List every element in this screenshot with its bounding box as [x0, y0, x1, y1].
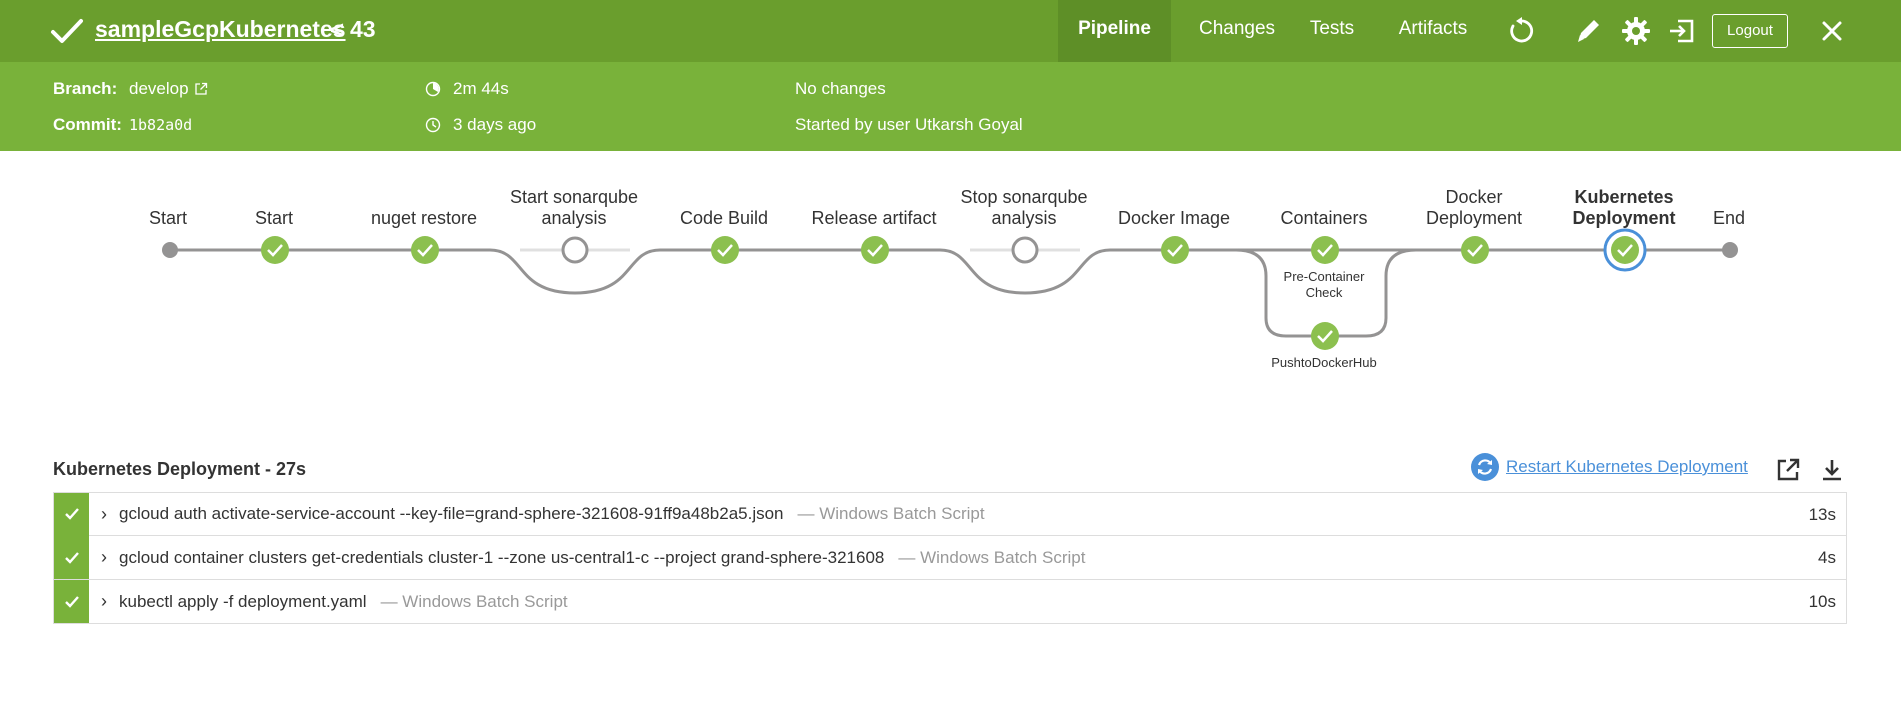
- chevron-right-icon[interactable]: ›: [89, 547, 119, 568]
- branch-label: Branch:: [53, 79, 118, 98]
- logout-button[interactable]: Logout: [1712, 14, 1788, 48]
- top-bar: sampleGcpKubernetes < 43 Pipeline Change…: [0, 0, 1901, 62]
- step-row[interactable]: › gcloud auth activate-service-account -…: [53, 492, 1847, 536]
- branch-label-pushtodockerhub: PushtoDockerHub: [1271, 355, 1377, 370]
- chevron-right-icon[interactable]: ›: [89, 504, 119, 525]
- stage-node-start-sonarqube[interactable]: [561, 236, 589, 264]
- run-meta-bar: Branch: develop Commit: 1b82a0d 2m 44s 3…: [0, 62, 1901, 151]
- stage-label-docker-image: Docker Image: [1117, 208, 1231, 228]
- step-command: gcloud container clusters get-credential…: [119, 547, 885, 567]
- external-link-icon[interactable]: [194, 82, 208, 96]
- step-type: — Windows Batch Script: [797, 504, 985, 523]
- step-command: gcloud auth activate-service-account --k…: [119, 504, 784, 523]
- pipeline-graph: Start Start nuget restore Start sonarqub…: [0, 151, 1901, 431]
- stage-label-stop-sonarqube: Stop sonarqube analysis: [960, 187, 1088, 228]
- step-duration: 13s: [1808, 505, 1836, 524]
- stage-node-start[interactable]: [261, 236, 289, 264]
- replay-icon[interactable]: [1506, 15, 1538, 47]
- step-type: — Windows Batch Script: [380, 591, 568, 611]
- stage-label-release-artifact: Release artifact: [811, 208, 937, 228]
- stage-label-start-node: Start: [148, 208, 188, 228]
- commit-label: Commit:: [53, 115, 122, 134]
- restart-stage-link[interactable]: Restart Kubernetes Deployment: [1470, 452, 1748, 482]
- open-log-icon[interactable]: [1774, 456, 1802, 484]
- restart-stage-label[interactable]: Restart Kubernetes Deployment: [1506, 457, 1748, 477]
- tab-pipeline[interactable]: Pipeline: [1058, 0, 1171, 62]
- gear-icon[interactable]: [1620, 15, 1652, 47]
- time-ago-value: 3 days ago: [453, 115, 537, 134]
- tab-changes[interactable]: Changes: [1181, 0, 1293, 62]
- stage-label-docker-deployment: Docker Deployment: [1425, 187, 1523, 228]
- selected-stage-title: Kubernetes Deployment - 27s: [53, 459, 307, 479]
- branch-label-pre-container-check: Pre-Container Check: [1283, 269, 1365, 300]
- edit-icon[interactable]: [1572, 15, 1604, 47]
- stage-label-end: End: [1712, 208, 1746, 228]
- step-row[interactable]: › kubectl apply -f deployment.yaml — Win…: [53, 580, 1847, 624]
- stage-node-pre-container-check[interactable]: [1311, 236, 1339, 264]
- run-number: 43: [350, 16, 376, 42]
- tab-tests[interactable]: Tests: [1293, 0, 1371, 62]
- stage-node-code-build[interactable]: [711, 236, 739, 264]
- stage-node-docker-deployment[interactable]: [1461, 236, 1489, 264]
- stage-label-start-sonarqube: Start sonarqube analysis: [509, 187, 639, 228]
- close-icon[interactable]: [1816, 15, 1848, 47]
- step-row[interactable]: › gcloud container clusters get-credenti…: [53, 536, 1847, 580]
- stage-label-containers: Containers: [1280, 208, 1368, 228]
- step-success-icon: [54, 536, 89, 579]
- exit-icon[interactable]: [1666, 15, 1698, 47]
- branch-value[interactable]: develop: [129, 79, 189, 99]
- step-success-icon: [54, 492, 89, 536]
- stage-node-docker-image[interactable]: [1161, 236, 1189, 264]
- check-icon: [51, 19, 83, 43]
- step-type: — Windows Batch Script: [898, 547, 1086, 567]
- started-by-value: Started by user Utkarsh Goyal: [795, 115, 1023, 134]
- stage-label-kubernetes-deployment: Kubernetes Deployment: [1572, 187, 1676, 228]
- stage-node-release-artifact[interactable]: [861, 236, 889, 264]
- clock-icon: [425, 117, 441, 133]
- stage-node-pushtodockerhub[interactable]: [1311, 322, 1339, 350]
- step-success-icon: [54, 580, 89, 623]
- step-duration: 10s: [1808, 592, 1836, 611]
- changes-value: No changes: [795, 79, 886, 98]
- step-command: kubectl apply -f deployment.yaml: [119, 591, 367, 611]
- step-duration: 4s: [1818, 548, 1836, 567]
- stage-label-start: Start: [254, 208, 294, 228]
- steps-list: › gcloud auth activate-service-account -…: [53, 492, 1847, 624]
- duration-value: 2m 44s: [453, 79, 509, 98]
- restart-icon: [1471, 453, 1499, 481]
- commit-value: 1b82a0d: [129, 116, 193, 134]
- stage-node-nuget-restore[interactable]: [411, 236, 439, 264]
- run-separator: <: [330, 17, 345, 44]
- job-name-link[interactable]: sampleGcpKubernetes: [95, 16, 346, 43]
- stage-node-kubernetes-deployment[interactable]: [1603, 228, 1647, 272]
- tab-artifacts[interactable]: Artifacts: [1388, 0, 1478, 62]
- stage-label-nuget-restore: nuget restore: [370, 208, 478, 228]
- download-icon[interactable]: [1818, 456, 1846, 484]
- chevron-right-icon[interactable]: ›: [89, 591, 119, 612]
- end-node: [1722, 242, 1738, 258]
- stage-label-code-build: Code Build: [679, 208, 769, 228]
- duration-icon: [425, 81, 441, 97]
- stage-node-stop-sonarqube[interactable]: [1011, 236, 1039, 264]
- start-node: [162, 242, 178, 258]
